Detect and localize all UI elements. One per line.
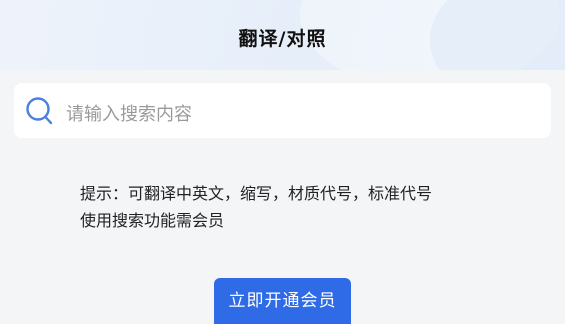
open-membership-button[interactable]: 立即开通会员 — [214, 278, 351, 324]
hint-line: 使用搜索功能需会员 — [80, 211, 225, 230]
hint-line: 提示：可翻译中英文，缩写，材质代号，标准代号 — [80, 184, 433, 203]
search-placeholder: 请输入搜索内容 — [66, 104, 192, 125]
search-icon — [26, 97, 53, 125]
search-input[interactable]: 请输入搜索内容 — [14, 83, 551, 138]
hint-text: 提示：可翻译中英文，缩写，材质代号，标准代号 使用搜索功能需会员 — [80, 180, 432, 234]
page-title: 翻译/对照 — [238, 28, 327, 50]
header-bar: 翻译/对照 — [0, 0, 565, 70]
